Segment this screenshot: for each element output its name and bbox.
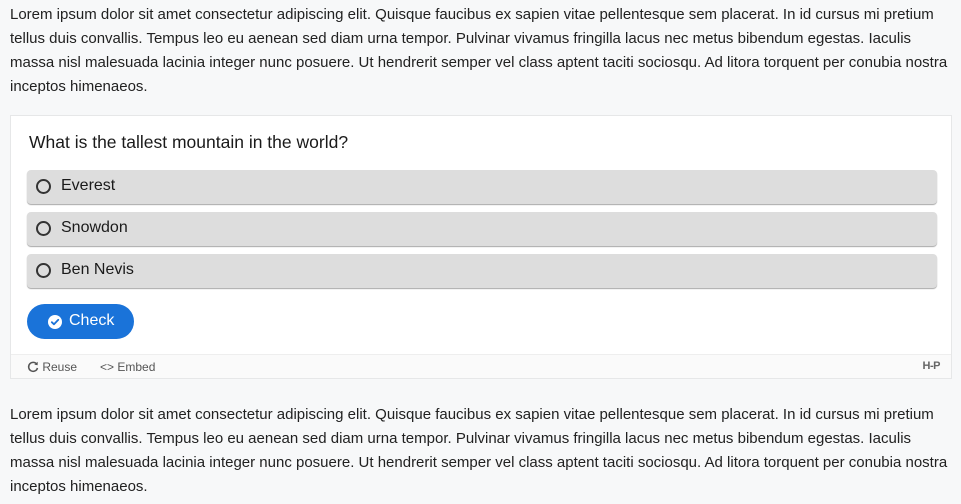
outro-paragraph: Lorem ipsum dolor sit amet consectetur a… bbox=[10, 406, 948, 495]
code-icon: <> bbox=[100, 360, 115, 374]
refresh-icon bbox=[27, 361, 39, 373]
radio-icon[interactable] bbox=[36, 179, 51, 194]
reuse-link[interactable]: Reuse bbox=[27, 360, 77, 374]
answer-option-snowdon[interactable]: Snowdon bbox=[27, 212, 937, 246]
intro-paragraph: Lorem ipsum dolor sit amet consectetur a… bbox=[10, 6, 948, 95]
radio-icon[interactable] bbox=[36, 263, 51, 278]
embed-link[interactable]: <> Embed bbox=[100, 360, 155, 374]
answer-label: Snowdon bbox=[61, 219, 128, 236]
check-button-label: Check bbox=[69, 312, 115, 329]
answer-label: Everest bbox=[61, 177, 116, 194]
question-text: What is the tallest mountain in the worl… bbox=[29, 132, 349, 152]
answer-label: Ben Nevis bbox=[61, 261, 134, 278]
embed-label: Embed bbox=[117, 360, 156, 374]
answer-option-ben-nevis[interactable]: Ben Nevis bbox=[27, 254, 937, 288]
h5p-footer: Reuse <> Embed H-P bbox=[11, 354, 951, 378]
check-circle-icon bbox=[48, 315, 62, 329]
check-button[interactable]: Check bbox=[27, 304, 134, 339]
h5p-quiz-container: What is the tallest mountain in the worl… bbox=[10, 115, 952, 379]
radio-icon[interactable] bbox=[36, 221, 51, 236]
answer-option-everest[interactable]: Everest bbox=[27, 170, 937, 204]
reuse-label: Reuse bbox=[42, 360, 78, 374]
h5p-logo[interactable]: H-P bbox=[923, 360, 941, 372]
